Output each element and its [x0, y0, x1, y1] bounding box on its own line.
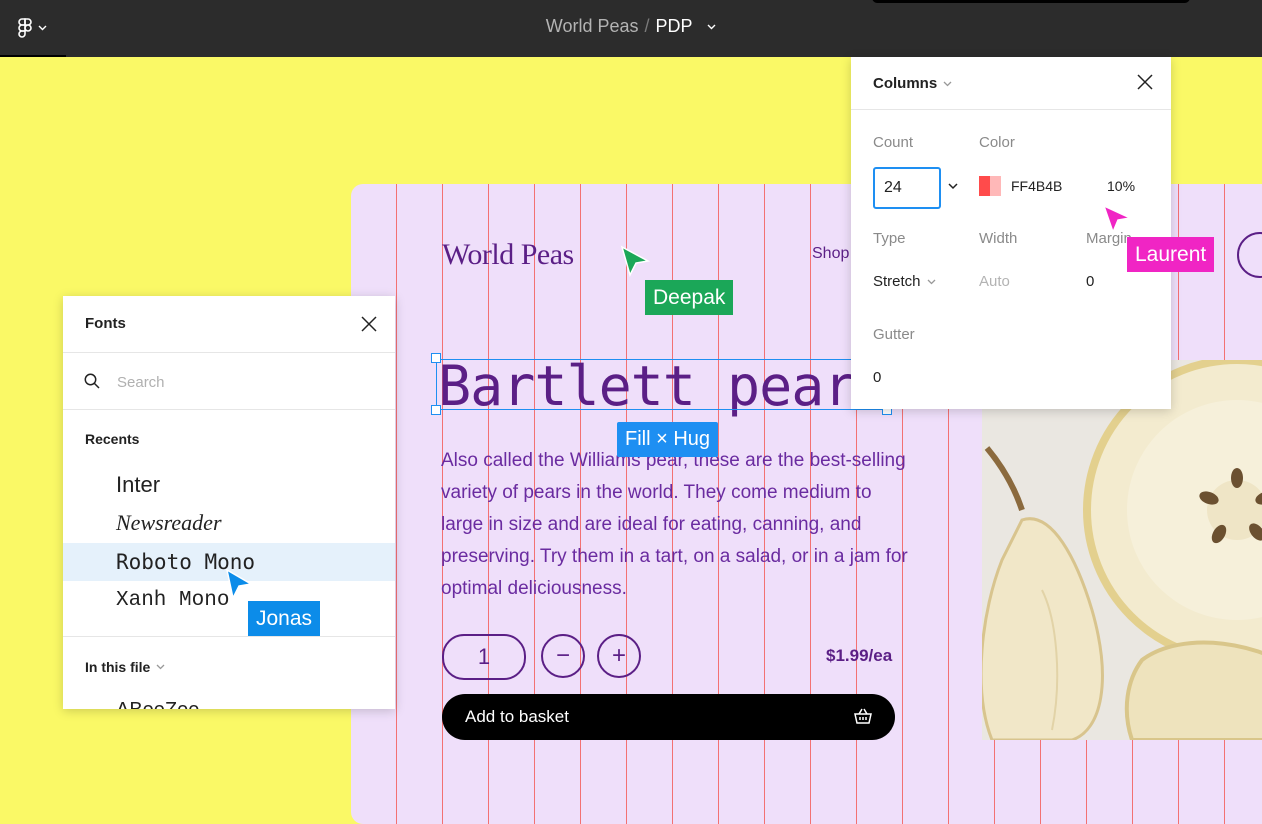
- chevron-down-icon: [927, 279, 935, 284]
- in-this-file-heading[interactable]: In this file: [85, 659, 165, 675]
- divider: [63, 636, 395, 637]
- fonts-panel-title: Fonts: [85, 315, 126, 332]
- fonts-panel-header: Fonts: [63, 296, 395, 353]
- resize-handle-bottom-left[interactable]: [431, 405, 441, 415]
- collaborator-label-jonas: Jonas: [248, 601, 321, 636]
- swatch-solid: [979, 176, 990, 196]
- recents-heading: Recents: [85, 431, 140, 447]
- color-hex-input[interactable]: FF4B4B: [1011, 178, 1062, 194]
- plus-icon: +: [611, 642, 626, 669]
- grid-column-line: [396, 184, 397, 824]
- add-to-basket-label: Add to basket: [465, 707, 569, 726]
- chevron-down-icon: [943, 81, 952, 86]
- file-title[interactable]: World Peas / PDP: [0, 16, 1262, 37]
- width-label: Width: [979, 230, 1018, 247]
- gutter-label: Gutter: [873, 326, 915, 343]
- cursor-arrow-icon: [225, 568, 254, 600]
- quantity-field[interactable]: 1: [442, 634, 526, 680]
- page-chevron-down-icon[interactable]: [707, 24, 716, 30]
- columns-panel-title: Columns: [873, 75, 938, 92]
- type-dropdown[interactable]: Stretch: [873, 273, 936, 290]
- font-item-label: Xanh Mono: [116, 588, 230, 612]
- nav-shop-link[interactable]: Shop: [812, 245, 849, 263]
- font-item-label: Newsreader: [116, 510, 222, 535]
- pear-photo-illustration: [982, 360, 1262, 740]
- project-name[interactable]: World Peas: [546, 16, 639, 36]
- count-value: 24: [884, 179, 902, 196]
- cart-button[interactable]: [1237, 232, 1262, 278]
- font-item-label: Inter: [116, 472, 161, 497]
- font-item-newsreader[interactable]: Newsreader: [63, 504, 395, 542]
- sizing-badge: Fill × Hug: [617, 422, 719, 457]
- quantity-value: 1: [477, 644, 491, 669]
- cursor-arrow-icon: [620, 245, 650, 277]
- margin-input[interactable]: 0: [1086, 273, 1094, 290]
- count-input[interactable]: 24: [873, 167, 941, 209]
- collaborator-label-laurent: Laurent: [1127, 237, 1215, 272]
- close-icon[interactable]: [361, 316, 377, 332]
- font-item-inter[interactable]: Inter: [63, 466, 395, 504]
- top-bar: World Peas / PDP: [0, 0, 1262, 57]
- font-search: [63, 353, 395, 410]
- search-icon: [84, 373, 100, 389]
- width-input[interactable]: Auto: [979, 273, 1010, 290]
- toolbar-pill: [872, 0, 1190, 3]
- minus-icon: −: [555, 642, 570, 669]
- grid-type-dropdown[interactable]: Columns: [873, 75, 952, 92]
- gutter-input[interactable]: 0: [873, 369, 881, 386]
- page-name[interactable]: PDP: [656, 16, 693, 36]
- fonts-panel: Fonts Recents Inter Newsreader Roboto Mo…: [63, 296, 395, 709]
- increment-button[interactable]: +: [597, 634, 641, 678]
- collaborator-label-deepak: Deepak: [645, 280, 734, 315]
- font-search-input[interactable]: [115, 368, 359, 396]
- count-label: Count: [873, 134, 914, 151]
- close-icon[interactable]: [1137, 74, 1153, 90]
- product-description: Also called the Williams pear, these are…: [441, 450, 908, 599]
- count-chevron-down-icon[interactable]: [948, 183, 958, 190]
- resize-handle-top-left[interactable]: [431, 353, 441, 363]
- font-item-abeezee[interactable]: ABeeZee: [63, 691, 395, 710]
- menu-active-indicator: [0, 55, 66, 57]
- cursor-arrow-icon: [1102, 204, 1132, 235]
- breadcrumb-separator: /: [644, 16, 650, 36]
- columns-panel-header: Columns: [851, 57, 1171, 110]
- product-image: [982, 360, 1262, 740]
- add-to-basket-button[interactable]: Add to basket: [442, 694, 895, 740]
- type-value: Stretch: [873, 273, 921, 290]
- color-swatch[interactable]: [979, 176, 1001, 196]
- basket-icon: [854, 708, 872, 724]
- selection-box[interactable]: [436, 359, 888, 410]
- color-opacity-input[interactable]: 10%: [1107, 178, 1135, 194]
- type-label: Type: [873, 230, 906, 247]
- swatch-alpha: [990, 176, 1001, 196]
- decrement-button[interactable]: −: [541, 634, 585, 678]
- chevron-down-icon: [156, 664, 165, 670]
- unit-price: $1.99/ea: [826, 646, 893, 665]
- in-this-file-label: In this file: [85, 659, 151, 675]
- font-item-label: ABeeZee: [116, 699, 199, 710]
- color-label: Color: [979, 134, 1015, 151]
- brand-logo: World Peas: [442, 238, 574, 271]
